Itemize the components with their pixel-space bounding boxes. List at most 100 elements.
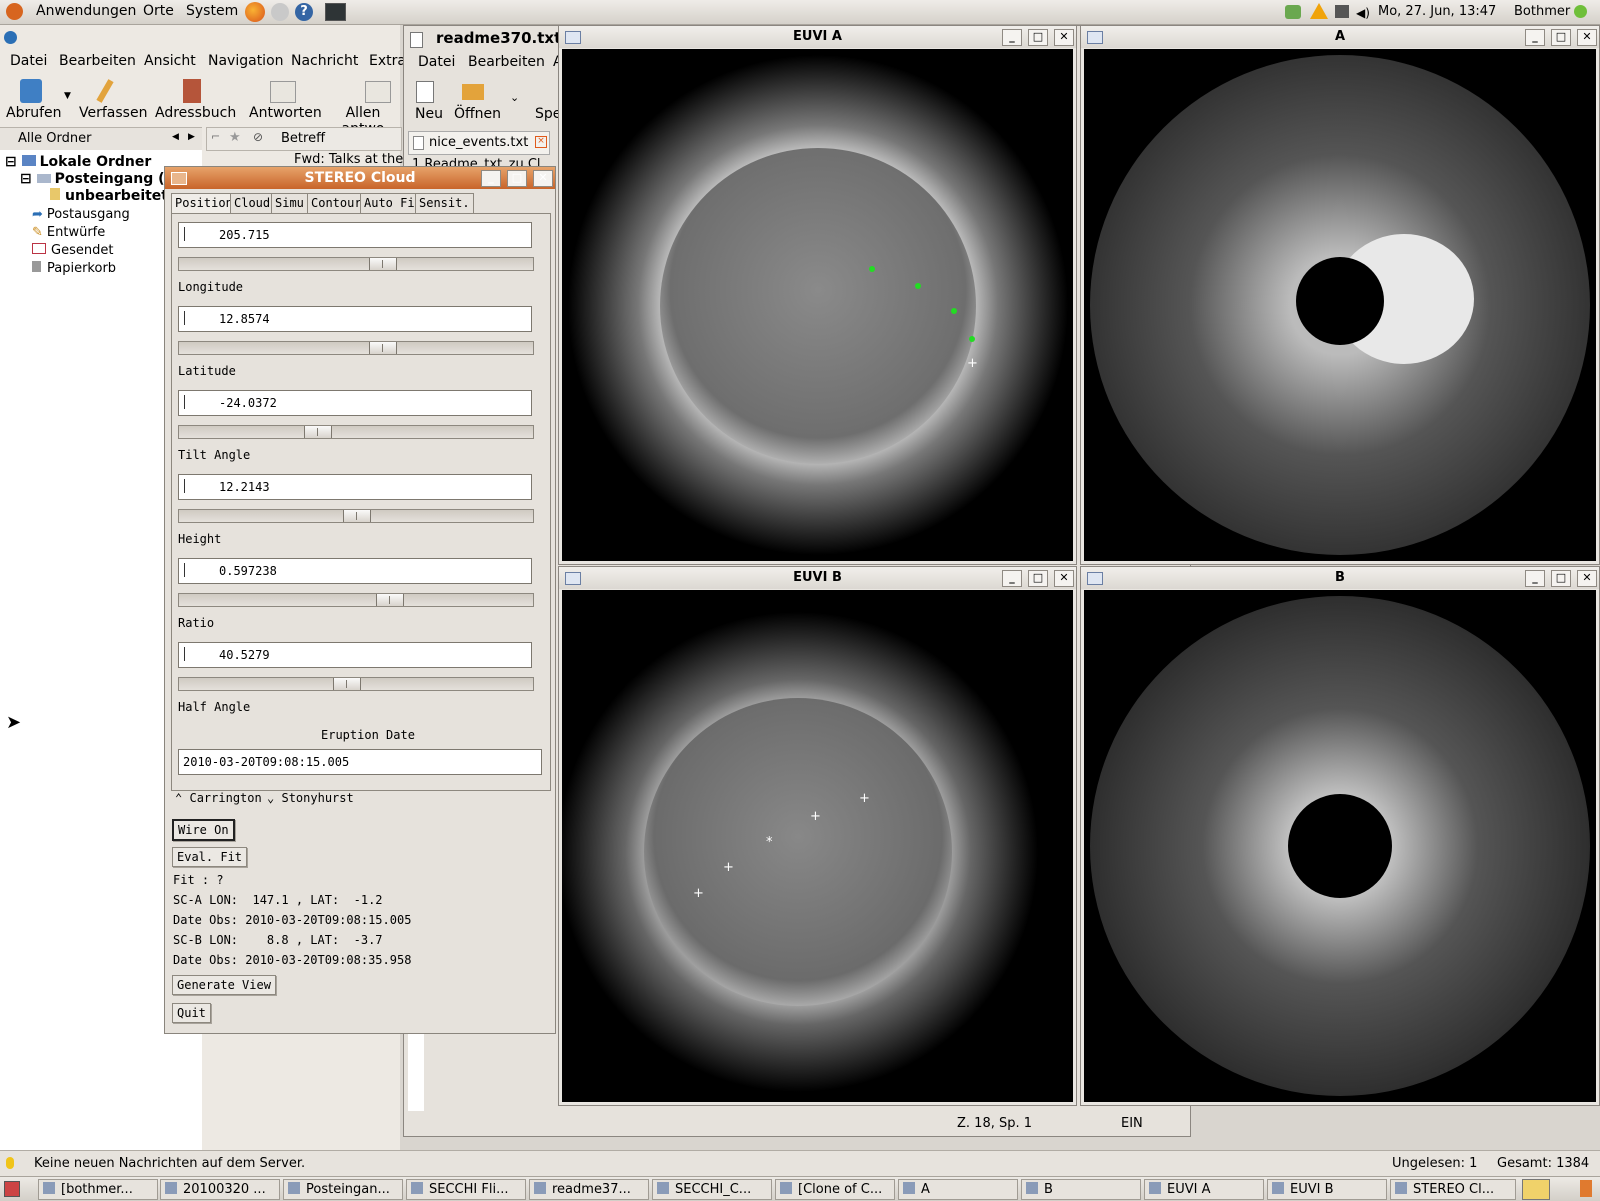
menu-ansicht[interactable]: Ansicht [144, 53, 196, 69]
tab-position[interactable]: Position [171, 193, 237, 213]
tab-simu[interactable]: Simu [271, 193, 308, 213]
menu-nachricht[interactable]: Nachricht [291, 53, 358, 69]
trash-applet-icon[interactable] [1580, 1180, 1592, 1197]
taskbar-item[interactable]: A [898, 1179, 1018, 1200]
taskbar-item[interactable]: readme37... [529, 1179, 649, 1200]
editor-text-area[interactable] [408, 1026, 424, 1111]
menu-system[interactable]: System [186, 3, 238, 19]
wire-on-button[interactable]: Wire On [172, 819, 235, 841]
clock[interactable]: Mo, 27. Jun, 13:47 [1378, 4, 1496, 19]
slider-thumb[interactable] [343, 510, 371, 522]
folder-trash[interactable]: Papierkorb [32, 261, 116, 276]
minimize-icon[interactable]: _ [1525, 29, 1545, 46]
subject-column-header[interactable]: Betreff [281, 131, 325, 146]
close-icon[interactable]: ✕ [533, 170, 553, 187]
radio-stonyhurst[interactable]: ⌄ Stonyhurst [267, 791, 354, 805]
param-input-height[interactable]: 12.2143 [178, 474, 532, 500]
volume-icon[interactable]: ◀) [1356, 6, 1370, 20]
taskbar-item[interactable]: EUVI B [1267, 1179, 1387, 1200]
terminal-icon[interactable] [325, 3, 346, 21]
firefox-icon[interactable] [245, 2, 265, 22]
euvi-b-titlebar[interactable]: EUVI B _ □ ✕ [559, 567, 1076, 589]
maximize-icon[interactable]: □ [1551, 570, 1571, 587]
taskbar-item[interactable]: STEREO Cl... [1390, 1179, 1516, 1200]
param-slider-half-angle[interactable] [178, 677, 534, 691]
close-icon[interactable]: ✕ [1054, 570, 1074, 587]
taskbar-item[interactable]: [bothmer... [38, 1179, 158, 1200]
thread-column-icon[interactable]: ⌐ [211, 130, 220, 143]
ubuntu-logo-icon[interactable] [6, 3, 23, 20]
minimize-icon[interactable]: _ [1002, 29, 1022, 46]
reply-button[interactable]: Antworten [249, 105, 322, 121]
slider-thumb[interactable] [304, 426, 332, 438]
param-input-half-angle[interactable]: 40.5279 [178, 642, 532, 668]
cor-b-titlebar[interactable]: B _ □ ✕ [1081, 567, 1599, 589]
param-input-longitude[interactable]: 205.715 [178, 222, 532, 248]
close-icon[interactable]: ✕ [1054, 29, 1074, 46]
fetch-dropdown-icon[interactable]: ▼ [64, 91, 71, 101]
param-slider-tilt-angle[interactable] [178, 425, 534, 439]
window-menu-icon[interactable] [565, 31, 581, 44]
addressbook-button[interactable]: Adressbuch [155, 105, 236, 121]
message-row-subject[interactable]: Fwd: Talks at the [294, 152, 403, 167]
euvi-a-titlebar[interactable]: EUVI A _ □ ✕ [559, 26, 1076, 48]
slider-thumb[interactable] [369, 342, 397, 354]
stereo-cloud-titlebar[interactable]: STEREO Cloud _ □ ✕ [165, 167, 555, 189]
maximize-icon[interactable]: □ [1028, 29, 1048, 46]
window-menu-icon[interactable] [1087, 31, 1103, 44]
folder-next-icon[interactable]: ▶ [188, 132, 195, 142]
new-button[interactable]: Neu [415, 106, 443, 122]
param-input-tilt-angle[interactable]: -24.0372 [178, 390, 532, 416]
taskbar-item[interactable]: SECCHI Fli... [406, 1179, 526, 1200]
menu-navigation[interactable]: Navigation [208, 53, 284, 69]
open-dropdown-icon[interactable]: ⌄ [510, 91, 519, 104]
euvi-b-image[interactable]: + + * + + [562, 590, 1073, 1102]
quit-button[interactable]: Quit [172, 1003, 211, 1023]
cor-a-titlebar[interactable]: A _ □ ✕ [1081, 26, 1599, 48]
minimize-icon[interactable]: _ [1525, 570, 1545, 587]
close-icon[interactable]: ✕ [1577, 570, 1597, 587]
taskbar-item[interactable]: 20100320 ... [160, 1179, 280, 1200]
folder-unprocessed[interactable]: unbearbeitet [50, 188, 168, 204]
folder-inbox[interactable]: ⊟ Posteingang (1 [20, 171, 174, 187]
editor-menu-datei[interactable]: Datei [418, 54, 455, 70]
taskbar-item[interactable]: EUVI A [1144, 1179, 1264, 1200]
taskbar-item[interactable]: Posteingan... [283, 1179, 403, 1200]
show-desktop-icon[interactable] [4, 1181, 20, 1197]
menu-places[interactable]: Orte [143, 3, 174, 19]
menu-datei[interactable]: Datei [10, 53, 47, 69]
menu-bearbeiten[interactable]: Bearbeiten [59, 53, 136, 69]
param-input-latitude[interactable]: 12.8574 [178, 306, 532, 332]
folder-prev-icon[interactable]: ◀ [172, 132, 179, 142]
generate-view-button[interactable]: Generate View [172, 975, 276, 995]
slider-thumb[interactable] [333, 678, 361, 690]
folder-local[interactable]: ⊟ Lokale Ordner [5, 154, 151, 170]
compose-button[interactable]: Verfassen [79, 105, 147, 121]
param-slider-height[interactable] [178, 509, 534, 523]
open-button[interactable]: Öffnen [454, 106, 501, 122]
window-menu-icon[interactable] [565, 572, 581, 585]
attachment-column-icon[interactable]: ⊘ [253, 130, 263, 144]
minimize-icon[interactable]: _ [1002, 570, 1022, 587]
param-slider-ratio[interactable] [178, 593, 534, 607]
eruption-date-input[interactable]: 2010-03-20T09:08:15.005 [178, 749, 542, 775]
maximize-icon[interactable]: □ [507, 170, 527, 187]
window-menu-icon[interactable] [171, 172, 187, 185]
folder-outbox[interactable]: ➦ Postausgang [32, 207, 130, 222]
menu-extra[interactable]: Extra [369, 53, 406, 69]
workspace-switcher-icon[interactable] [1522, 1179, 1550, 1200]
tab-close-icon[interactable]: × [535, 136, 547, 148]
user-name[interactable]: Bothmer [1514, 4, 1570, 19]
slider-thumb[interactable] [369, 258, 397, 270]
maximize-icon[interactable]: □ [1551, 29, 1571, 46]
taskbar-item[interactable]: SECCHI_C... [652, 1179, 772, 1200]
param-slider-latitude[interactable] [178, 341, 534, 355]
network-icon[interactable] [1285, 5, 1301, 19]
mail-icon[interactable] [271, 3, 289, 21]
tab-contour[interactable]: Contour [307, 193, 366, 213]
window-menu-icon[interactable] [1087, 572, 1103, 585]
taskbar-item[interactable]: [Clone of C... [775, 1179, 895, 1200]
param-slider-longitude[interactable] [178, 257, 534, 271]
tab-cloud[interactable]: Cloud [230, 193, 275, 213]
warning-icon[interactable] [1310, 3, 1328, 19]
